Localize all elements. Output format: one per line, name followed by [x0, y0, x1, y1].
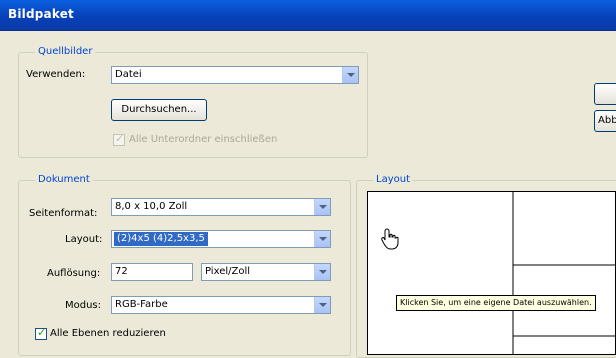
page-size-label: Seitenformat: — [29, 208, 98, 219]
browse-button[interactable]: Durchsuchen... — [111, 99, 207, 121]
use-select-value: Datei — [115, 69, 142, 80]
page-size-value: 8,0 x 10,0 Zoll — [115, 201, 188, 212]
resolution-input[interactable]: 72 — [111, 263, 193, 281]
dialog-client: Quellbilder Verwenden: Datei Durchsuchen… — [0, 31, 616, 358]
include-subfolders-checkbox[interactable]: ✓ — [113, 132, 125, 146]
flatten-layers-label: Alle Ebenen reduzieren — [50, 328, 166, 339]
resolution-label: Auflösung: — [47, 268, 101, 279]
layout-legend: Layout — [373, 174, 413, 185]
ok-button[interactable] — [594, 83, 616, 105]
document-legend: Dokument — [35, 174, 93, 185]
title-bar: Bildpaket — [0, 0, 616, 31]
checkmark-icon: ✓ — [115, 132, 125, 145]
cancel-button-label: Abb — [598, 115, 616, 126]
page-size-select[interactable]: 8,0 x 10,0 Zoll — [111, 198, 331, 216]
layout-value: (2)4x5 (4)2,5x3,5 — [114, 232, 208, 246]
resolution-value: 72 — [115, 266, 128, 277]
layout-grid — [512, 191, 616, 355]
chevron-down-icon[interactable] — [314, 231, 330, 247]
layout-tooltip: Klicken Sie, um eine eigene Datei auszuw… — [396, 295, 596, 311]
chevron-down-icon[interactable] — [314, 264, 330, 280]
source-legend: Quellbilder — [35, 46, 96, 57]
mode-select[interactable]: RGB-Farbe — [111, 296, 331, 314]
mode-label: Modus: — [65, 300, 102, 311]
include-subfolders-label: Alle Unterordner einschließen — [129, 134, 278, 145]
checkmark-icon: ✓ — [37, 326, 47, 339]
window-title: Bildpaket — [8, 7, 74, 21]
layout-preview-canvas[interactable] — [367, 191, 616, 355]
use-label: Verwenden: — [26, 69, 86, 80]
layout-select[interactable]: (2)4x5 (4)2,5x3,5 — [111, 230, 331, 248]
layout-label: Layout: — [65, 234, 103, 245]
flatten-layers-checkbox[interactable]: ✓ — [35, 326, 47, 340]
resolution-unit-select[interactable]: Pixel/Zoll — [201, 263, 331, 281]
chevron-down-icon[interactable] — [342, 67, 358, 83]
use-select[interactable]: Datei — [111, 66, 359, 84]
hand-pointer-icon — [381, 228, 399, 250]
chevron-down-icon[interactable] — [314, 297, 330, 313]
chevron-down-icon[interactable] — [314, 199, 330, 215]
mode-value: RGB-Farbe — [115, 299, 168, 310]
resolution-unit-value: Pixel/Zoll — [205, 266, 251, 277]
cancel-button[interactable]: Abb — [594, 110, 616, 132]
browse-button-label: Durchsuchen... — [121, 104, 197, 115]
